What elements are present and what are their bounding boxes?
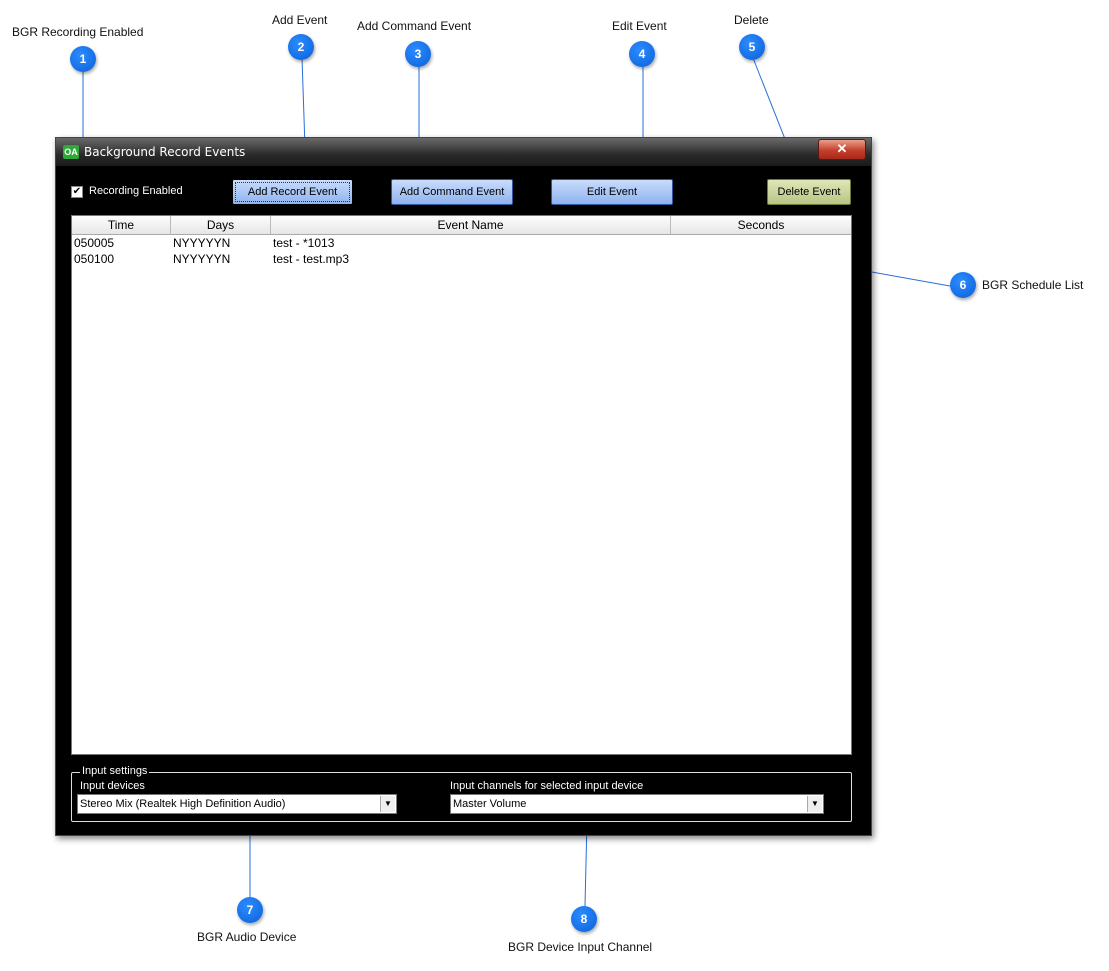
input-settings-group: Input settings Input devices Stereo Mix … — [71, 765, 852, 822]
background-record-events-window: OA Background Record Events ✕ ✔ Recordin… — [55, 137, 872, 836]
callout-badge-6: 6 — [950, 272, 976, 298]
close-button[interactable]: ✕ — [818, 139, 866, 160]
title-bar[interactable]: OA Background Record Events ✕ — [56, 138, 871, 166]
callout-label-add-event: Add Event — [272, 13, 328, 27]
add-record-event-button[interactable]: Add Record Event — [232, 179, 353, 205]
column-header-event-name[interactable]: Event Name — [271, 216, 671, 234]
input-settings-title: Input settings — [80, 765, 150, 777]
delete-event-button[interactable]: Delete Event — [767, 179, 851, 205]
callout-label-edit-event: Edit Event — [612, 19, 667, 33]
edit-event-button[interactable]: Edit Event — [551, 179, 673, 205]
chevron-down-icon[interactable]: ▼ — [807, 796, 822, 812]
callout-label-schedule-list: BGR Schedule List — [982, 278, 1084, 292]
recording-enabled-checkbox[interactable]: ✔ — [71, 186, 83, 198]
callout-badge-8: 8 — [571, 906, 597, 932]
callout-badge-2: 2 — [288, 34, 314, 60]
table-row[interactable]: 050100 NYYYYYN test - test.mp3 — [72, 251, 851, 267]
table-row[interactable]: 050005 NYYYYYN test - *1013 — [72, 235, 851, 251]
callout-label-delete: Delete — [734, 13, 769, 27]
column-header-days[interactable]: Days — [171, 216, 271, 234]
input-channel-value: Master Volume — [453, 798, 527, 810]
window-client-area: ✔ Recording Enabled Add Record Event Add… — [62, 166, 865, 829]
callout-label-recording-enabled: BGR Recording Enabled — [12, 25, 144, 39]
schedule-list[interactable]: Time Days Event Name Seconds 050005 NYYY… — [71, 215, 852, 755]
callout-badge-5: 5 — [739, 34, 765, 60]
callout-label-input-channel: BGR Device Input Channel — [508, 940, 653, 954]
callout-label-add-command-event: Add Command Event — [357, 19, 472, 33]
close-icon: ✕ — [836, 141, 848, 156]
callout-badge-7: 7 — [237, 897, 263, 923]
column-header-time[interactable]: Time — [72, 216, 171, 234]
row-time: 050100 — [74, 252, 115, 266]
window-title: Background Record Events — [84, 145, 246, 159]
input-device-value: Stereo Mix (Realtek High Definition Audi… — [80, 798, 286, 810]
row-event-name: test - *1013 — [273, 236, 335, 250]
input-device-select[interactable]: Stereo Mix (Realtek High Definition Audi… — [77, 794, 397, 814]
row-days: NYYYYYN — [173, 252, 231, 266]
callout-badge-4: 4 — [629, 41, 655, 67]
input-channels-label: Input channels for selected input device — [450, 780, 644, 792]
recording-enabled-label[interactable]: Recording Enabled — [89, 185, 183, 197]
callout-label-audio-device: BGR Audio Device — [197, 930, 297, 944]
row-days: NYYYYYN — [173, 236, 231, 250]
checkmark-icon: ✔ — [72, 186, 82, 197]
row-event-name: test - test.mp3 — [273, 252, 350, 266]
schedule-list-header: Time Days Event Name Seconds — [72, 216, 851, 235]
add-command-event-button[interactable]: Add Command Event — [391, 179, 513, 205]
row-time: 050005 — [74, 236, 115, 250]
input-devices-label: Input devices — [80, 780, 145, 792]
callout-badge-1: 1 — [70, 46, 96, 72]
app-icon: OA — [63, 145, 79, 159]
callout-badge-3: 3 — [405, 41, 431, 67]
column-header-seconds[interactable]: Seconds — [671, 216, 851, 234]
input-channel-select[interactable]: Master Volume ▼ — [450, 794, 824, 814]
chevron-down-icon[interactable]: ▼ — [380, 796, 395, 812]
